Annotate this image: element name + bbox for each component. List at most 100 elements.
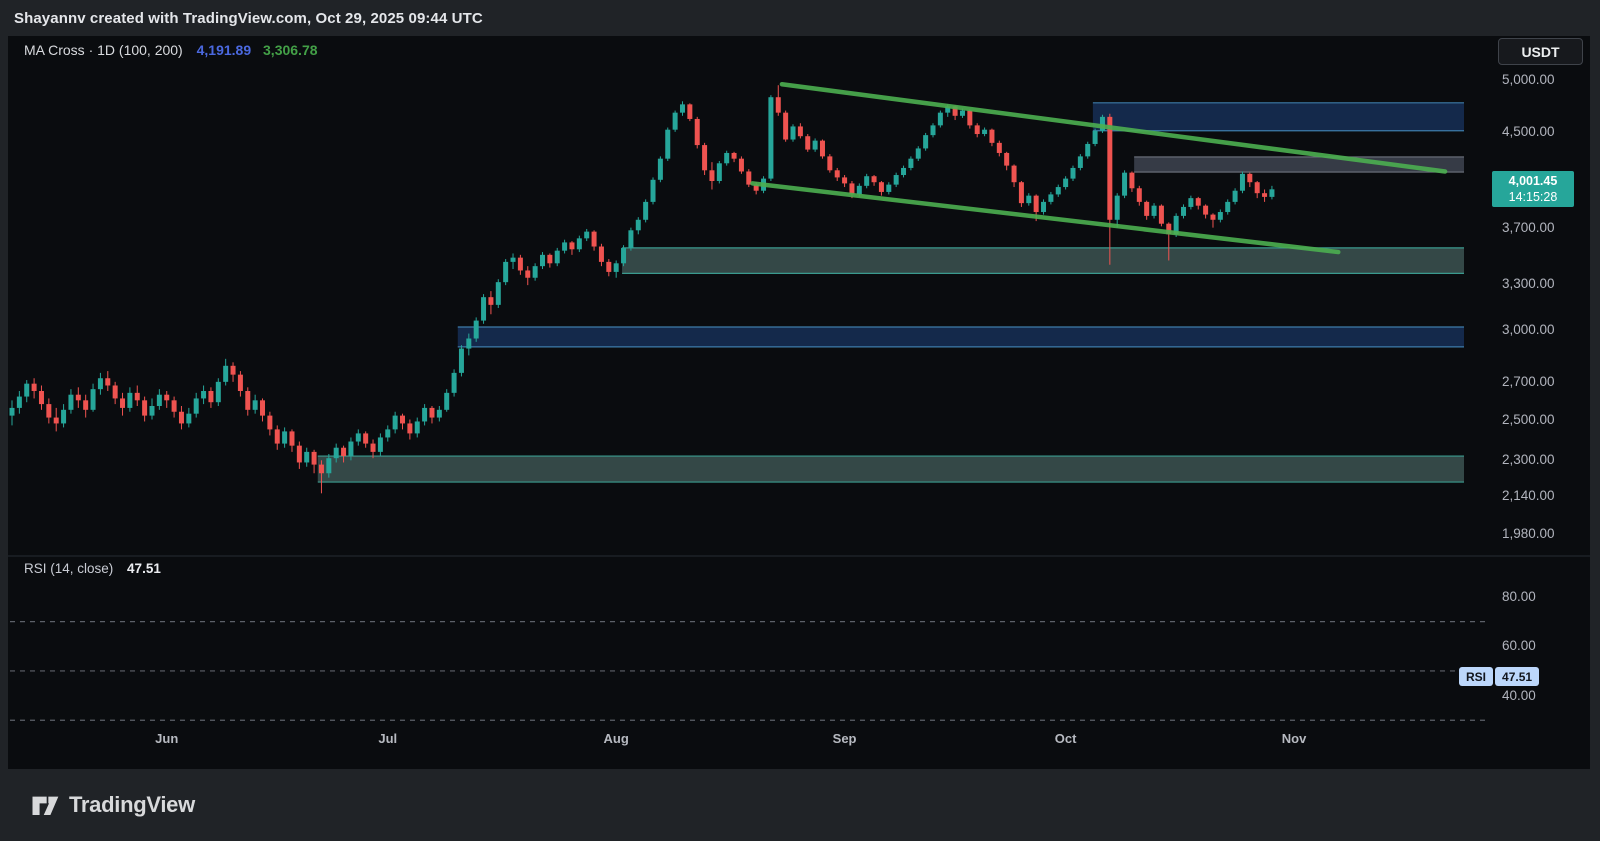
candle-body bbox=[768, 97, 773, 178]
indicator-legend[interactable]: MA Cross · 1D (100, 200) 4,191.89 3,306.… bbox=[24, 42, 318, 58]
candle-body bbox=[621, 248, 626, 263]
candle-body bbox=[1247, 174, 1252, 182]
candle-body bbox=[1137, 188, 1142, 202]
candle-body bbox=[186, 414, 191, 424]
candle-body bbox=[518, 258, 523, 271]
candle-body bbox=[503, 262, 508, 282]
candle-body bbox=[32, 384, 37, 391]
price-chart-canvas[interactable] bbox=[0, 0, 1600, 841]
candle-body bbox=[54, 418, 59, 424]
candle-body bbox=[208, 391, 213, 402]
rsi-value-badge: RSI 47.51 bbox=[1459, 667, 1539, 686]
candle-body bbox=[525, 270, 530, 277]
candle-body bbox=[872, 176, 877, 182]
rsi-label: RSI (14, close) bbox=[24, 561, 113, 576]
candle-body bbox=[606, 262, 611, 272]
candle-body bbox=[275, 429, 280, 443]
candle-body bbox=[1048, 194, 1053, 201]
candle-body bbox=[555, 251, 560, 264]
candle-body bbox=[238, 375, 243, 391]
candle-body bbox=[1070, 168, 1075, 179]
candle-body bbox=[628, 230, 633, 248]
candle-body bbox=[1004, 153, 1009, 166]
candle-body bbox=[407, 423, 412, 433]
candle-body bbox=[643, 202, 648, 220]
candle-body bbox=[1026, 196, 1031, 203]
candle-body bbox=[533, 266, 538, 278]
candle-body bbox=[1144, 202, 1149, 216]
candle-body bbox=[1159, 206, 1164, 224]
support-resistance-zone bbox=[1134, 157, 1464, 172]
candle-body bbox=[614, 263, 619, 272]
candle-body bbox=[393, 416, 398, 430]
candle-body bbox=[916, 148, 921, 158]
candle-body bbox=[1056, 187, 1061, 194]
candle-body bbox=[562, 242, 567, 250]
candle-body bbox=[164, 395, 169, 401]
ma100-value: 4,191.89 bbox=[197, 42, 252, 58]
candle-body bbox=[1115, 196, 1120, 220]
rsi-value: 47.51 bbox=[127, 561, 161, 576]
candle-body bbox=[1225, 202, 1230, 212]
candle-body bbox=[444, 393, 449, 410]
candle-body bbox=[989, 130, 994, 143]
candle-body bbox=[1012, 166, 1017, 183]
candle-body bbox=[452, 373, 457, 393]
candle-body bbox=[334, 448, 339, 458]
candle-body bbox=[1122, 173, 1127, 196]
candle-body bbox=[319, 465, 324, 474]
candle-body bbox=[437, 410, 442, 418]
candle-body bbox=[577, 238, 582, 249]
candle-body bbox=[223, 366, 228, 382]
candle-body bbox=[127, 393, 132, 408]
candle-body bbox=[894, 175, 899, 185]
tradingview-brand-text: TradingView bbox=[69, 792, 195, 818]
candle-body bbox=[245, 391, 250, 410]
candle-body bbox=[312, 452, 317, 465]
candle-body bbox=[135, 393, 140, 400]
candle-body bbox=[1041, 202, 1046, 212]
currency-toggle-button[interactable]: USDT bbox=[1498, 38, 1583, 65]
candle-body bbox=[400, 416, 405, 424]
candle-body bbox=[39, 391, 44, 404]
candle-body bbox=[253, 400, 258, 410]
candle-body bbox=[540, 255, 545, 266]
candle-body bbox=[813, 141, 818, 150]
candle-body bbox=[1129, 173, 1134, 189]
candle-body bbox=[179, 412, 184, 424]
candle-body bbox=[1019, 182, 1024, 203]
candle-body bbox=[901, 168, 906, 175]
candle-body bbox=[105, 378, 110, 385]
candle-body bbox=[1181, 207, 1186, 216]
candle-body bbox=[695, 119, 700, 145]
candle-body bbox=[356, 433, 361, 441]
candle-body bbox=[665, 130, 670, 159]
candle-body bbox=[805, 136, 810, 149]
candle-body bbox=[599, 247, 604, 262]
candle-body bbox=[680, 104, 685, 112]
candle-body bbox=[1034, 196, 1039, 212]
candle-body bbox=[1269, 189, 1274, 197]
candle-body bbox=[864, 176, 869, 186]
candle-body bbox=[511, 258, 516, 262]
candle-countdown: 14:15:28 bbox=[1492, 189, 1574, 205]
candle-body bbox=[488, 297, 493, 305]
candle-body bbox=[157, 395, 162, 406]
candle-body bbox=[1063, 179, 1068, 187]
tradingview-logo[interactable]: TradingView bbox=[30, 790, 195, 820]
candle-body bbox=[857, 186, 862, 195]
tradingview-mark-icon bbox=[30, 790, 60, 820]
candle-body bbox=[120, 398, 125, 407]
candle-body bbox=[732, 153, 737, 159]
candle-body bbox=[1203, 206, 1208, 215]
candle-body bbox=[142, 400, 147, 415]
candle-body bbox=[835, 170, 840, 177]
candle-body bbox=[1218, 212, 1223, 220]
candle-body bbox=[547, 255, 552, 263]
candle-body bbox=[1262, 193, 1267, 197]
candle-body bbox=[791, 126, 796, 139]
candle-body bbox=[886, 185, 891, 192]
rsi-legend[interactable]: RSI (14, close) 47.51 bbox=[24, 561, 161, 576]
candle-body bbox=[820, 141, 825, 157]
candle-body bbox=[172, 400, 177, 411]
